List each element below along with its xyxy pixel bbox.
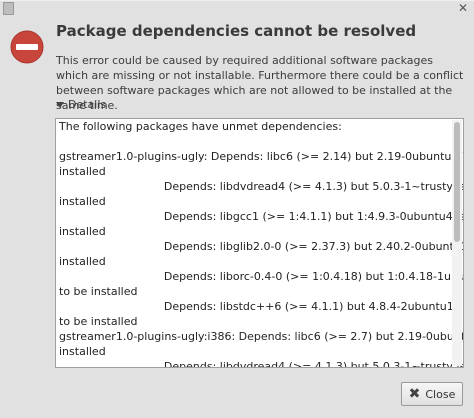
details-text: The following packages have unmet depend…: [59, 119, 464, 368]
close-icon: ✖: [408, 386, 421, 402]
error-dialog-window: ✕ Package dependencies cannot be resolve…: [0, 0, 474, 418]
details-line: gstreamer1.0-plugins-ugly: Depends: libc…: [59, 150, 464, 163]
details-line: The following packages have unmet depend…: [59, 120, 342, 133]
details-label: Details: [68, 98, 107, 111]
close-button-label: Close: [425, 387, 456, 401]
close-button[interactable]: ✖ Close: [401, 382, 463, 406]
close-icon[interactable]: ✕: [458, 1, 468, 15]
scrollbar-thumb[interactable]: [454, 122, 460, 242]
details-line: Depends: libdvdread4 (>= 4.1.3) but 5.0.…: [59, 360, 464, 368]
details-line: Depends: libstdc++6 (>= 4.1.1) but 4.8.4…: [163, 300, 463, 313]
details-line: Depends: libdvdread4 (>= 4.1.3) but 5.0.…: [59, 180, 464, 193]
window-icon: [3, 2, 14, 15]
details-line: Depends: liborc-0.4-0 (>= 1:0.4.18) but …: [59, 270, 464, 283]
details-textview[interactable]: The following packages have unmet depend…: [55, 118, 464, 368]
details-expander[interactable]: Details: [56, 98, 106, 111]
details-line: installed: [59, 255, 106, 268]
expand-triangle-icon: [56, 102, 64, 108]
details-line: installed: [59, 345, 106, 358]
details-line: installed: [59, 195, 106, 208]
details-line: [59, 134, 451, 149]
titlebar: ✕: [0, 1, 474, 17]
details-line: to be installed: [59, 285, 138, 298]
error-message: This error could be caused by required a…: [56, 54, 464, 112]
dialog-title: Package dependencies cannot be resolved: [56, 22, 417, 40]
details-line: installed: [59, 225, 106, 238]
details-line: Depends: libglib2.0-0 (>= 2.37.3) but 2.…: [163, 240, 464, 253]
details-line: installed: [59, 165, 106, 178]
details-scrollbar[interactable]: [452, 120, 462, 366]
error-icon: [10, 30, 44, 64]
details-line: Depends: libgcc1 (>= 1:4.1.1) but 1:4.9.…: [59, 210, 464, 223]
details-line: to be installed: [59, 315, 138, 328]
details-line: gstreamer1.0-plugins-ugly:i386: Depends:…: [59, 330, 463, 343]
